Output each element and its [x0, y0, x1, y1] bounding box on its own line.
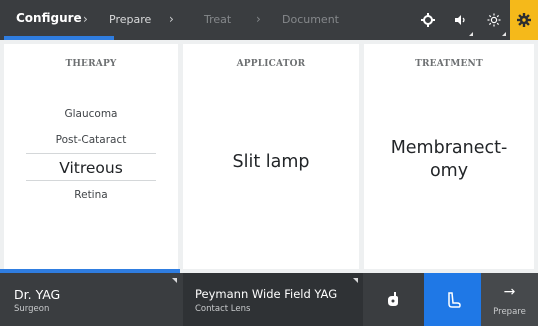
- step-configure[interactable]: Configure: [4, 0, 114, 40]
- next-step-label: Prepare: [493, 307, 526, 317]
- step-configure-label: Configure: [16, 11, 82, 25]
- joystick-button[interactable]: [364, 273, 424, 326]
- contact-lens-label: Contact Lens: [195, 304, 251, 314]
- footswitch-button[interactable]: [424, 273, 481, 326]
- selection-divider-bottom: [26, 180, 156, 181]
- treatment-title: TREATMENT: [415, 59, 483, 69]
- contact-lens-name: Peymann Wide Field YAG: [195, 287, 338, 301]
- footswitch-icon: [447, 291, 461, 308]
- joystick-hand-icon: [388, 291, 398, 306]
- top-navigation-bar: Configure › Prepare › Treat › Document: [0, 0, 538, 40]
- volume-corner-indicator: [469, 32, 473, 36]
- brightness-icon[interactable]: [477, 0, 510, 40]
- brightness-corner-indicator: [502, 32, 506, 36]
- arrow-right-icon: →: [503, 284, 516, 300]
- surgeon-dropdown-indicator: [172, 278, 177, 283]
- contact-lens-selector[interactable]: Peymann Wide Field YAG Contact Lens: [183, 273, 363, 326]
- step-separator-1: ›: [83, 12, 88, 26]
- surgeon-name: Dr. YAG: [14, 287, 61, 302]
- contact-lens-dropdown-indicator: [353, 278, 358, 283]
- therapy-item-post-cataract[interactable]: Post-Cataract: [4, 134, 178, 146]
- configuration-panel: THERAPY Glaucoma Post-Cataract Vitreous …: [0, 40, 538, 273]
- volume-icon[interactable]: [444, 0, 477, 40]
- applicator-title: APPLICATOR: [236, 59, 306, 69]
- surgeon-selector[interactable]: Dr. YAG Surgeon: [0, 273, 182, 326]
- bottom-bar: Dr. YAG Surgeon Peymann Wide Field YAG C…: [0, 273, 538, 326]
- selection-divider-top: [26, 153, 156, 154]
- step-document: Document: [282, 13, 339, 26]
- treatment-column[interactable]: TREATMENT Membranect- omy: [364, 44, 534, 269]
- treatment-value-line1: Membranect-: [390, 138, 508, 158]
- surgeon-label: Surgeon: [14, 304, 50, 314]
- therapy-item-vitreous[interactable]: Vitreous: [4, 159, 178, 177]
- step-treat: Treat: [204, 13, 232, 26]
- next-step-button[interactable]: → Prepare: [481, 273, 538, 326]
- step-separator-3: ›: [256, 12, 261, 26]
- aim-icon[interactable]: [411, 0, 444, 40]
- therapy-column: THERAPY Glaucoma Post-Cataract Vitreous …: [4, 44, 178, 269]
- therapy-title: THERAPY: [65, 59, 117, 69]
- applicator-value: Slit lamp: [232, 152, 310, 172]
- treatment-value-line2: omy: [429, 161, 469, 181]
- step-prepare[interactable]: Prepare: [109, 13, 151, 26]
- toolbar-icons: [411, 0, 538, 40]
- therapy-item-retina[interactable]: Retina: [4, 189, 178, 201]
- settings-button[interactable]: [510, 0, 538, 40]
- applicator-column[interactable]: APPLICATOR Slit lamp: [183, 44, 359, 269]
- step-separator-2: ›: [169, 12, 174, 26]
- therapy-item-glaucoma[interactable]: Glaucoma: [4, 108, 178, 120]
- settings-gear-icon: [517, 13, 531, 27]
